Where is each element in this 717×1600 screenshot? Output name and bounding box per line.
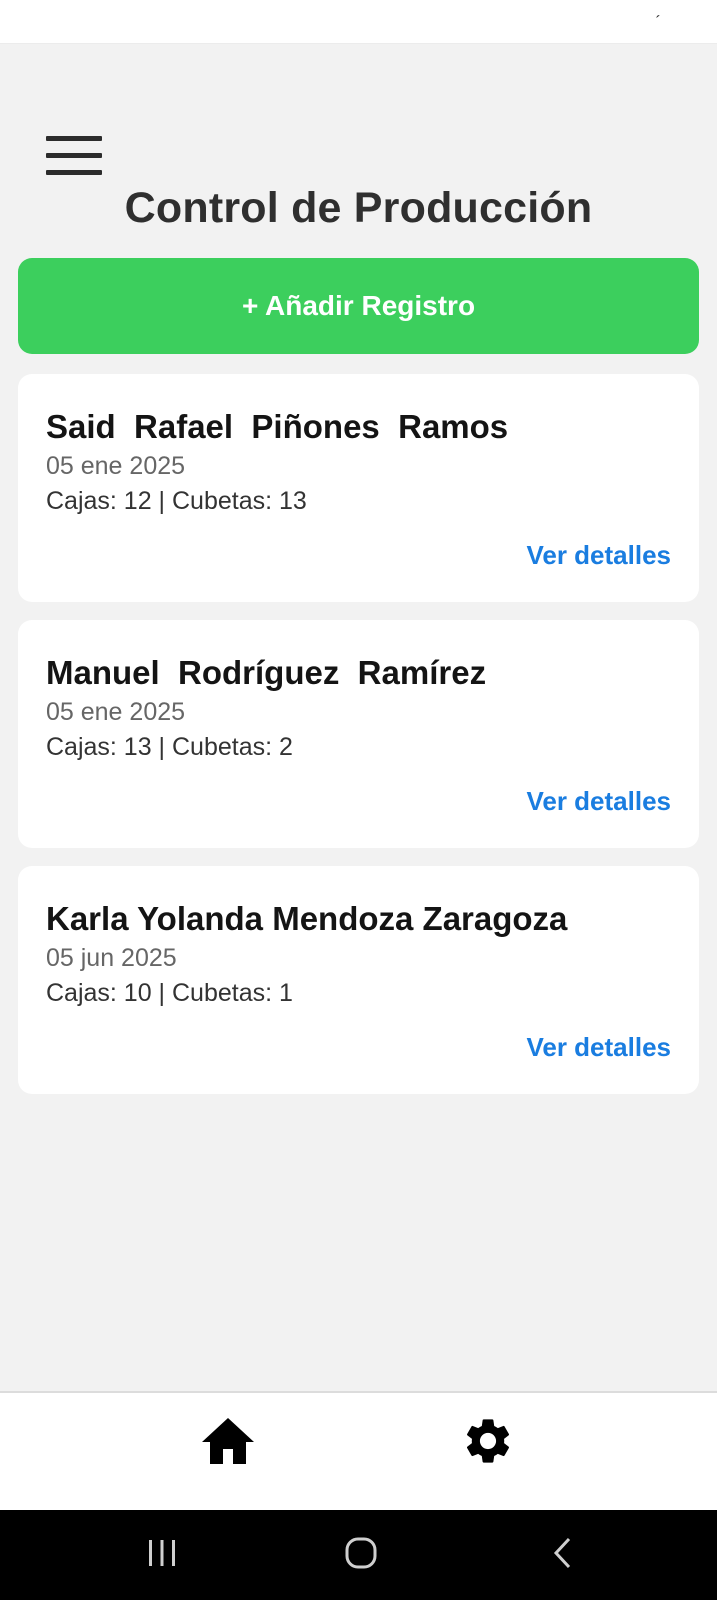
system-navigation-bar <box>0 1510 717 1600</box>
bottom-navigation <box>0 1391 717 1491</box>
page-title: Control de Producción <box>124 184 593 232</box>
app-content: Control de Producción + Añadir Registro … <box>0 44 717 1391</box>
record-date: 05 ene 2025 <box>46 452 186 480</box>
status-indicator: ´ <box>655 14 661 31</box>
record-name: Karla Yolanda Mendoza Zaragoza <box>46 900 568 937</box>
record-date: 05 ene 2025 <box>46 698 186 726</box>
record-name: Manuel Rodríguez Ramírez <box>46 654 487 691</box>
nav-settings-button[interactable] <box>456 1413 520 1473</box>
view-details-link[interactable]: Ver detalles <box>526 1032 671 1063</box>
record-counts: Cajas: 12 | Cubetas: 13 <box>46 487 307 515</box>
status-bar: ´ <box>0 0 717 44</box>
back-icon <box>551 1536 575 1575</box>
gear-icon <box>461 1414 515 1473</box>
recents-button[interactable] <box>132 1530 192 1580</box>
record-name: Said Rafael Piñones Ramos <box>46 408 509 445</box>
view-details-link[interactable]: Ver detalles <box>526 786 671 817</box>
home-icon <box>200 1416 256 1471</box>
record-card: Said Rafael Piñones Ramos 05 ene 2025 Ca… <box>18 374 699 602</box>
record-counts: Cajas: 13 | Cubetas: 2 <box>46 733 293 761</box>
record-counts: Cajas: 10 | Cubetas: 1 <box>46 979 293 1007</box>
record-card: Manuel Rodríguez Ramírez 05 ene 2025 Caj… <box>18 620 699 848</box>
view-details-link[interactable]: Ver detalles <box>526 540 671 571</box>
record-card: Karla Yolanda Mendoza Zaragoza 05 jun 20… <box>18 866 699 1094</box>
hamburger-menu-icon[interactable] <box>44 134 104 178</box>
record-date: 05 jun 2025 <box>46 944 177 972</box>
nav-home-button[interactable] <box>196 1413 260 1473</box>
home-circle-icon <box>344 1536 378 1575</box>
recents-icon <box>145 1538 179 1573</box>
add-record-button[interactable]: + Añadir Registro <box>18 258 699 354</box>
system-back-button[interactable] <box>533 1530 593 1580</box>
system-home-button[interactable] <box>331 1530 391 1580</box>
